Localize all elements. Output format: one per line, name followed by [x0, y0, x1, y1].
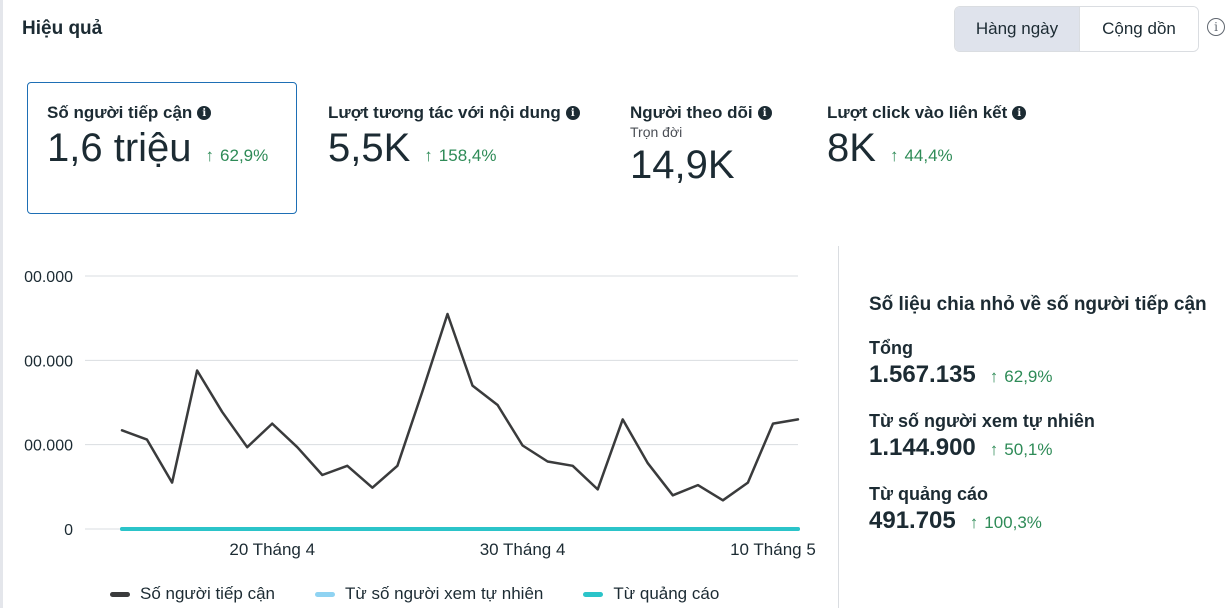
legend-swatch: [583, 591, 604, 597]
metric-card-followers[interactable]: Người theo dõi i Trọn đời 14,9K: [630, 82, 810, 214]
metric-value: 8K: [827, 126, 876, 170]
legend-label: Từ số người xem tự nhiên: [345, 584, 544, 603]
metric-card-link-clicks[interactable]: Lượt click vào liên kết i 8K ↑ 44,4%: [827, 82, 1067, 214]
breakdown-item-ads: Từ quảng cáo 491.705 ↑ 100,3%: [869, 484, 1225, 535]
info-icon[interactable]: i: [197, 106, 212, 120]
breakdown-change: ↑ 62,9%: [989, 367, 1053, 386]
breakdown-title: Số liệu chia nhỏ về số người tiếp cận: [869, 294, 1207, 315]
legend-label: Số người tiếp cận: [140, 584, 275, 603]
toggle-daily-button[interactable]: Hàng ngày: [955, 7, 1079, 51]
arrow-up-icon: ↑: [889, 146, 899, 165]
x-tick-label: 10 Tháng 5: [730, 540, 816, 559]
metric-label: Lượt tương tác với nội dung: [328, 103, 561, 122]
y-tick-label: 00.000: [24, 353, 73, 370]
metric-value: 5,5K: [328, 126, 411, 170]
breakdown-label: Tổng: [869, 338, 913, 358]
metric-change: ↑ 44,4%: [889, 146, 953, 165]
x-tick-label: 20 Tháng 4: [229, 540, 315, 559]
metric-change: ↑ 62,9%: [205, 146, 269, 165]
info-icon[interactable]: i: [757, 106, 772, 120]
arrow-up-icon: ↑: [424, 146, 433, 165]
arrow-up-icon: ↑: [989, 367, 999, 386]
breakdown-value: 491.705: [869, 507, 956, 534]
page-title: Hiệu quả: [22, 18, 103, 39]
chart-legend: Số người tiếp cận Từ số người xem tự nhi…: [110, 584, 759, 604]
reach-chart: 0 00.000 00.000 00.000 20 Tháng 4 30 Tháng 4 1…: [0, 250, 830, 608]
legend-item[interactable]: Từ quảng cáo: [583, 584, 719, 604]
metric-value: 1,6 triệu: [47, 126, 192, 170]
metric-card-reach[interactable]: Số người tiếp cận i 1,6 triệu ↑ 62,9%: [27, 82, 297, 214]
toggle-cumulative-button[interactable]: Cộng dồn: [1079, 7, 1198, 51]
metric-card-engagement[interactable]: Lượt tương tác với nội dung i 5,5K ↑ 158,…: [328, 82, 598, 214]
y-tick-label: 0: [64, 522, 73, 539]
breakdown-item-organic: Từ số người xem tự nhiên 1.144.900 ↑ 50,1…: [869, 411, 1225, 462]
legend-swatch: [315, 591, 335, 597]
metric-subtitle: Trọn đời: [630, 124, 683, 140]
metric-label: Số người tiếp cận: [47, 103, 193, 122]
x-tick-label: 30 Tháng 4: [480, 540, 566, 559]
arrow-up-icon: ↑: [205, 146, 215, 165]
info-icon[interactable]: i: [1012, 106, 1027, 120]
metric-label: Người theo dõi: [630, 103, 753, 122]
legend-label: Từ quảng cáo: [613, 584, 720, 603]
info-icon[interactable]: i: [565, 106, 580, 120]
breakdown-label: Từ số người xem tự nhiên: [869, 411, 1095, 431]
reach-breakdown-panel: Số liệu chia nhỏ về số người tiếp cận Tổ…: [869, 294, 1225, 535]
vertical-divider: [838, 246, 839, 608]
breakdown-value: 1.567.135: [869, 361, 976, 388]
metric-label: Lượt click vào liên kết: [827, 103, 1008, 122]
metric-change: ↑ 158,4%: [424, 146, 497, 165]
legend-swatch: [110, 591, 130, 597]
line-chart: 0 00.000 00.000 00.000 20 Tháng 4 30 Tháng 4 1…: [24, 269, 816, 559]
arrow-up-icon: ↑: [989, 440, 999, 459]
breakdown-change: ↑ 100,3%: [969, 513, 1042, 532]
legend-item[interactable]: Từ số người xem tự nhiên: [315, 584, 543, 604]
info-icon[interactable]: i: [1207, 18, 1225, 36]
y-tick-label: 00.000: [24, 438, 73, 455]
series-line-0: [120, 312, 800, 502]
metric-value: 14,9K: [630, 143, 735, 187]
y-tick-label: 00.000: [24, 269, 73, 286]
legend-item[interactable]: Số người tiếp cận: [110, 584, 275, 604]
breakdown-change: ↑ 50,1%: [989, 440, 1053, 459]
breakdown-label: Từ quảng cáo: [869, 484, 989, 504]
view-toggle: Hàng ngày Cộng dồn: [954, 6, 1199, 52]
breakdown-value: 1.144.900: [869, 434, 976, 461]
arrow-up-icon: ↑: [969, 513, 979, 532]
breakdown-item-total: Tổng 1.567.135 ↑ 62,9%: [869, 338, 1225, 389]
